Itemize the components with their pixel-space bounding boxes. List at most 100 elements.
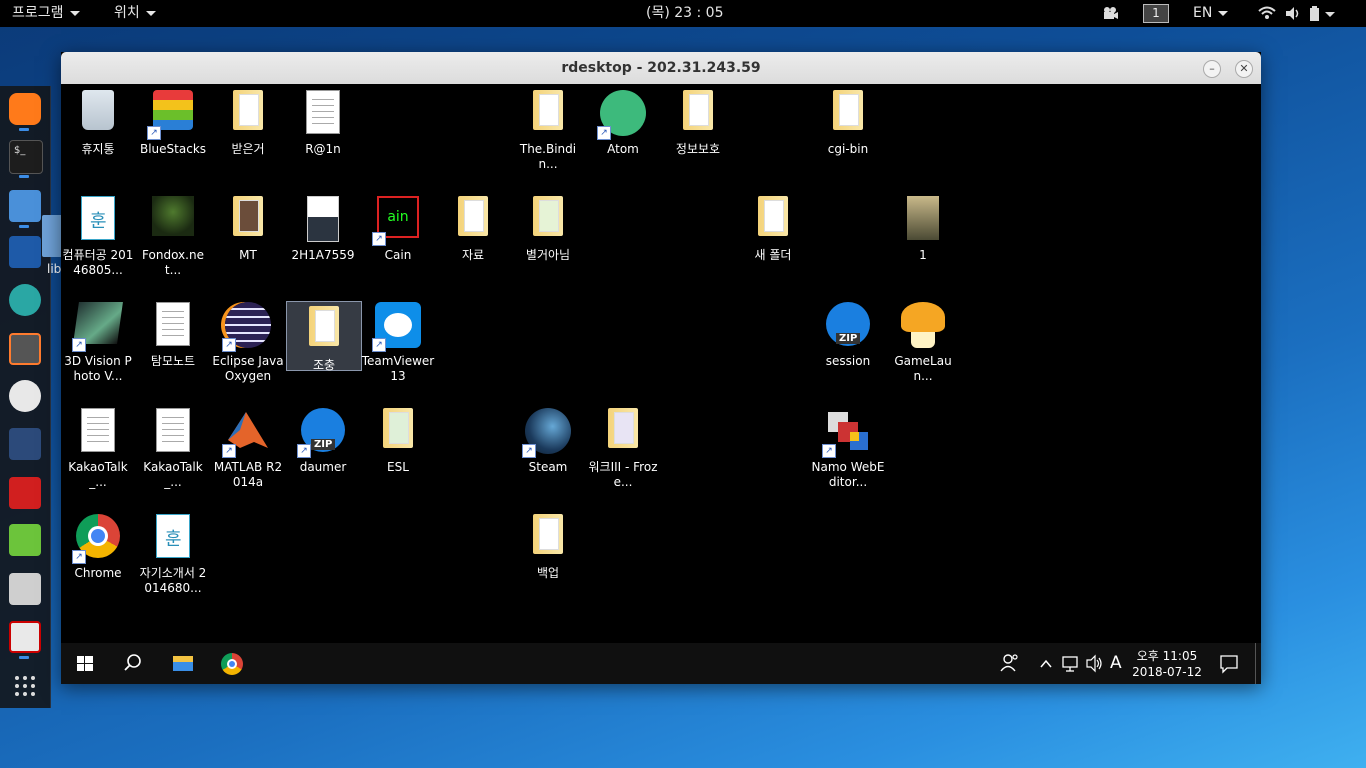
taskbar-date: 2018-07-12 bbox=[1132, 665, 1202, 679]
desktop-icon-eclipse[interactable]: ↗ Eclipse Java Oxygen bbox=[211, 296, 285, 384]
desktop-icon-recycle-bin[interactable]: 휴지통 bbox=[61, 84, 135, 157]
desktop-icon-folder[interactable]: MT bbox=[211, 190, 285, 263]
files-icon[interactable] bbox=[9, 190, 41, 222]
tray-overflow-button[interactable] bbox=[1038, 643, 1054, 684]
desktop-icon-zip[interactable]: ZIP ↗ daumer bbox=[286, 402, 360, 475]
desktop-icon-image[interactable]: Fondox.net... bbox=[136, 190, 210, 278]
icon-label: Cain bbox=[384, 248, 412, 262]
folder-icon bbox=[374, 408, 422, 456]
system-menu[interactable] bbox=[1258, 0, 1338, 27]
desktop-icon-folder-selected[interactable]: 조충 bbox=[286, 301, 362, 372]
chrome-taskbar-button[interactable] bbox=[221, 643, 245, 684]
search-button[interactable] bbox=[121, 643, 145, 684]
icon-label: Fondox.net... bbox=[142, 248, 204, 277]
desktop-icon-matlab[interactable]: ↗ MATLAB R2014a bbox=[211, 402, 285, 490]
icon-label: BlueStacks bbox=[139, 142, 207, 156]
desktop-icon-photo[interactable]: 2H1A7559 bbox=[286, 190, 360, 263]
photo-thumbnail-icon bbox=[899, 196, 947, 244]
places-menu[interactable]: 위치 bbox=[114, 0, 156, 27]
desktop-icon-3d-vision[interactable]: ↗ 3D Vision Photo V... bbox=[61, 296, 135, 384]
terminal-icon[interactable]: $_ bbox=[9, 140, 43, 174]
keyboard-layout[interactable]: EN bbox=[1193, 0, 1229, 27]
folder-icon bbox=[524, 90, 572, 138]
icon-label: 별거아님 bbox=[525, 248, 571, 262]
desktop-icon-bluestacks[interactable]: ↗ BlueStacks bbox=[136, 84, 210, 157]
show-desktop-divider[interactable] bbox=[1255, 643, 1256, 684]
volume-icon bbox=[1286, 7, 1299, 20]
desktop-icon-cain[interactable]: ain ↗ Cain bbox=[361, 190, 435, 263]
character-app-icon[interactable] bbox=[9, 284, 41, 316]
icon-label: daumer bbox=[299, 460, 347, 474]
icon-label: 2H1A7559 bbox=[291, 248, 355, 262]
maltego-icon[interactable] bbox=[9, 380, 41, 412]
icon-label: 3D Vision Photo V... bbox=[64, 354, 132, 383]
desktop-icon-atom[interactable]: ↗ Atom bbox=[586, 84, 660, 157]
desktop-icon-folder[interactable]: cgi-bin bbox=[811, 84, 885, 157]
applications-menu[interactable]: 프로그램 bbox=[12, 0, 80, 27]
desktop-icon-folder[interactable]: 받은거 bbox=[211, 84, 285, 157]
camera-icon bbox=[1104, 7, 1118, 19]
show-apps-icon[interactable] bbox=[9, 670, 41, 702]
desktop-icon-folder[interactable]: 새 폴더 bbox=[736, 190, 810, 263]
ime-indicator[interactable]: A bbox=[1110, 643, 1126, 684]
file-explorer-button[interactable] bbox=[171, 643, 195, 684]
desktop-icon-hwp[interactable]: 훈 자기소개서 2014680... bbox=[136, 508, 210, 596]
folder-icon bbox=[749, 196, 797, 244]
window-titlebar[interactable]: rdesktop - 202.31.243.59 – ✕ bbox=[61, 52, 1261, 85]
icon-label: MT bbox=[239, 248, 257, 262]
desktop-icon-photo[interactable]: 1 bbox=[886, 190, 960, 263]
windows-taskbar: A 오후 11:05 2018-07-12 bbox=[61, 643, 1261, 684]
desktop-icon-folder[interactable]: 별거아님 bbox=[511, 190, 585, 263]
icon-label: The.Bindin... bbox=[519, 142, 577, 171]
icon-label: 1 bbox=[919, 248, 927, 262]
desktop-icon-namo[interactable]: ↗ Namo WebEditor... bbox=[811, 402, 885, 490]
burpsuite-icon[interactable] bbox=[9, 333, 41, 365]
screenshot-icon[interactable] bbox=[9, 621, 41, 653]
shortcut-arrow-icon: ↗ bbox=[222, 444, 236, 458]
desktop-icon-folder[interactable]: 백업 bbox=[511, 508, 585, 581]
desktop-icon-steam[interactable]: ↗ Steam bbox=[511, 402, 585, 475]
desktop-icon-file[interactable]: R@1n bbox=[286, 84, 360, 157]
action-center-button[interactable] bbox=[1218, 643, 1240, 684]
desktop-icon-hwp[interactable]: 훈 컴퓨터공 20146805... bbox=[61, 190, 135, 278]
chevron-down-icon bbox=[1325, 12, 1335, 17]
network-button[interactable] bbox=[1060, 643, 1080, 684]
desktop-icon-teamviewer[interactable]: ↗ TeamViewer 13 bbox=[361, 296, 435, 384]
zip-archive-icon: ZIP bbox=[824, 302, 872, 350]
people-button[interactable] bbox=[999, 643, 1021, 684]
volume-button[interactable] bbox=[1084, 643, 1104, 684]
desktop-icon-folder[interactable]: 워크III - Froze... bbox=[586, 402, 660, 490]
desktop-icon-folder[interactable]: ESL bbox=[361, 402, 435, 475]
desktop-icon-zip[interactable]: ZIP session bbox=[811, 296, 885, 369]
workspace-indicator[interactable]: 1 bbox=[1143, 0, 1169, 27]
icon-label: 자기소개서 2014680... bbox=[139, 566, 207, 595]
search-icon bbox=[124, 654, 141, 671]
beef-icon[interactable] bbox=[9, 428, 41, 460]
desktop-icon-file[interactable]: KakaoTalk_... bbox=[61, 402, 135, 490]
desktop-icon-file[interactable]: 탐모노트 bbox=[136, 296, 210, 369]
cain-icon: ain ↗ bbox=[372, 196, 422, 246]
desktop-icon-file[interactable]: KakaoTalk_... bbox=[136, 402, 210, 490]
desktop-icon-folder[interactable]: 자료 bbox=[436, 190, 510, 263]
desktop-icon-chrome[interactable]: ↗ Chrome bbox=[61, 508, 135, 581]
metasploit-icon[interactable] bbox=[9, 236, 41, 268]
clock[interactable]: (목) 23 : 05 bbox=[646, 0, 724, 27]
faraday-icon[interactable] bbox=[9, 477, 41, 509]
desktop-icon-gamelauncher[interactable]: GameLaun... bbox=[886, 296, 960, 384]
leafpad-icon[interactable] bbox=[9, 524, 41, 556]
start-button[interactable] bbox=[73, 643, 97, 684]
window-title: rdesktop - 202.31.243.59 bbox=[561, 60, 761, 76]
close-button[interactable]: ✕ bbox=[1235, 60, 1253, 78]
video-indicator[interactable] bbox=[1102, 0, 1118, 27]
desktop-icon-folder[interactable]: The.Bindin... bbox=[511, 84, 585, 172]
running-indicator bbox=[19, 128, 29, 131]
firefox-icon[interactable] bbox=[9, 93, 41, 125]
volume-icon bbox=[1086, 654, 1102, 673]
desktop-icon-folder[interactable]: 정보보호 bbox=[661, 84, 735, 157]
keepnote-icon[interactable] bbox=[9, 573, 41, 605]
document-icon bbox=[74, 408, 122, 456]
minimize-button[interactable]: – bbox=[1203, 60, 1221, 78]
folder-icon bbox=[449, 196, 497, 244]
mushroom-icon bbox=[899, 302, 947, 350]
taskbar-clock[interactable]: 오후 11:05 2018-07-12 bbox=[1131, 648, 1203, 680]
